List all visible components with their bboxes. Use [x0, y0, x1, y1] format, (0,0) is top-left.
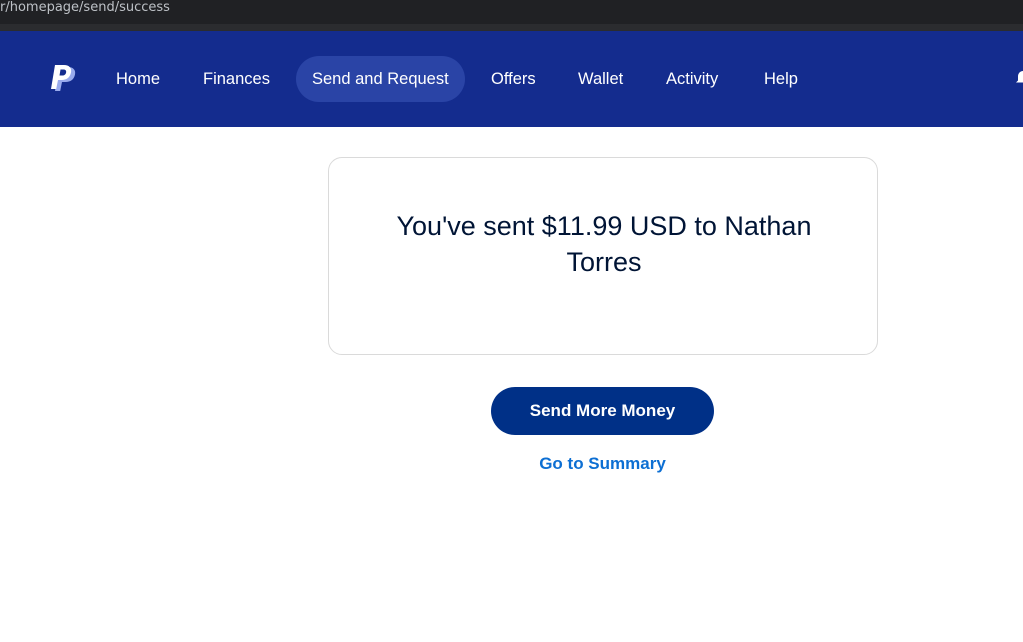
nav-item-label: Offers [491, 70, 536, 88]
nav-item-label: Finances [203, 70, 270, 88]
nav-item-label: Home [116, 70, 161, 88]
nav-item-label: Send and Request [312, 70, 449, 88]
url-text[interactable]: r/homepage/send/success [0, 0, 170, 18]
nav-item-offers[interactable]: Offers [475, 56, 552, 102]
notification-bell-icon[interactable] [1016, 69, 1023, 87]
nav-item-home[interactable]: Home [100, 56, 176, 102]
nav-item-label: Help [764, 70, 798, 88]
browser-tab-strip [0, 24, 1023, 31]
nav-item-activity[interactable]: Activity [650, 56, 734, 102]
paypal-logo-icon[interactable] [50, 65, 78, 95]
nav-item-send-and-request[interactable]: Send and Request [296, 56, 465, 102]
confirmation-message: You've sent $11.99 USD to Nathan Torres [396, 211, 812, 277]
top-navigation: Home Finances Send and Request Offers Wa… [0, 31, 1023, 127]
go-to-summary-link[interactable]: Go to Summary [491, 452, 714, 476]
nav-item-wallet[interactable]: Wallet [562, 56, 639, 102]
nav-item-label: Activity [666, 70, 719, 88]
confirmation-card: You've sent $11.99 USD to Nathan Torres [328, 157, 878, 355]
nav-item-help[interactable]: Help [748, 56, 814, 102]
browser-address-bar[interactable]: r/homepage/send/success [0, 0, 1023, 31]
nav-item-finances[interactable]: Finances [187, 56, 286, 102]
send-more-money-button[interactable]: Send More Money [491, 387, 714, 435]
nav-item-label: Wallet [578, 70, 624, 88]
